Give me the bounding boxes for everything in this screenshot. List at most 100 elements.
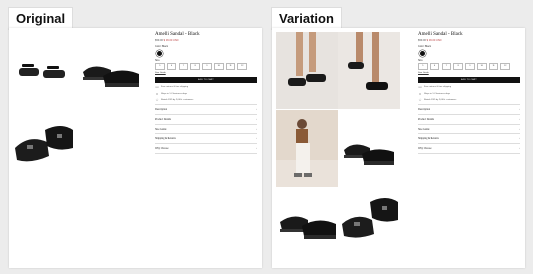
accordion-description[interactable]: Description › — [418, 104, 520, 114]
size-option[interactable]: 11 — [225, 63, 236, 70]
chevron-down-icon: › — [519, 117, 520, 121]
size-options: 5 6 7 8 9 10 11 12 — [155, 63, 257, 70]
perk-text: Rated 4.9/5 by 2,000+ customers — [161, 98, 194, 101]
star-icon: ☆ — [155, 97, 159, 102]
size-guide-link[interactable]: Size Guide — [155, 72, 257, 74]
color-swatch-black[interactable] — [156, 49, 163, 57]
chevron-down-icon: › — [256, 147, 257, 151]
chevron-down-icon: › — [519, 107, 520, 111]
product-image-3[interactable] — [276, 110, 338, 187]
accordion-why-choose[interactable]: Why Choose › — [418, 143, 520, 155]
perk-rating: ☆ Rated 4.9/5 by 2,000+ customers — [418, 98, 520, 102]
accordion-shipping-returns[interactable]: Shipping & Returns › — [418, 133, 520, 143]
sale-price: $ 39.00 USD — [163, 39, 179, 42]
accordion-label: Size Guide — [418, 127, 430, 131]
add-to-cart-button[interactable]: ADD TO CART — [155, 76, 257, 83]
perk-text: Ships in 1-2 business days — [424, 92, 451, 95]
accordion-label: Shipping & Returns — [155, 137, 176, 141]
product-image-4[interactable] — [338, 110, 400, 187]
chevron-down-icon: › — [256, 137, 257, 141]
product-image-1[interactable] — [9, 28, 77, 112]
chevron-down-icon: › — [519, 137, 520, 141]
size-option[interactable]: 5 — [418, 63, 428, 70]
accordion-shipping-returns[interactable]: Shipping & Returns › — [155, 133, 257, 143]
chevron-down-icon: › — [519, 147, 520, 151]
size-label: Size — [155, 58, 160, 62]
product-image-1[interactable] — [276, 32, 338, 109]
accordion-label: Product Details — [155, 117, 172, 121]
size-option[interactable]: 6 — [166, 63, 177, 70]
regular-price: $59.00 — [155, 39, 163, 42]
product-price: $59.00 $ 39.00 USD — [155, 39, 257, 42]
accordion-label: Shipping & Returns — [418, 137, 439, 141]
product-image-5[interactable] — [276, 188, 338, 265]
product-info: Amelli Sandal - Black $59.00 $ 39.00 USD… — [155, 32, 257, 155]
original-panel: Amelli Sandal - Black $59.00 $ 39.00 USD… — [9, 28, 262, 268]
perk-shipping: ▭ Free returns & free shipping — [155, 85, 257, 89]
accordion-label: Size Guide — [155, 127, 167, 131]
size-option[interactable]: 6 — [429, 63, 440, 70]
size-option[interactable]: 10 — [476, 63, 487, 70]
perk-dispatch: □ Ships in 1-2 business days — [155, 92, 257, 96]
size-guide-link[interactable]: Size Guide — [418, 72, 520, 74]
size-option[interactable]: 11 — [488, 63, 499, 70]
truck-icon: ▭ — [418, 85, 422, 90]
size-option[interactable]: 9 — [202, 63, 212, 70]
size-option[interactable]: 7 — [178, 63, 189, 70]
regular-price: $59.00 — [418, 39, 426, 42]
product-image-6[interactable] — [338, 188, 400, 265]
color-swatch-black[interactable] — [419, 49, 426, 57]
star-icon: ☆ — [418, 97, 422, 102]
perk-dispatch: □ Ships in 1-2 business days — [418, 92, 520, 96]
color-label: Color: Black — [155, 45, 168, 48]
perk-text: Ships in 1-2 business days — [161, 92, 188, 95]
product-image-3[interactable] — [9, 112, 77, 188]
accordion-label: Why Choose — [418, 147, 432, 151]
size-option[interactable]: 5 — [155, 63, 165, 70]
product-image-2[interactable] — [77, 28, 145, 112]
accordion: Description › Product Details › Size Guide… — [155, 104, 257, 155]
box-icon: □ — [155, 91, 159, 96]
variation-label: Variation — [271, 7, 342, 30]
chevron-down-icon: › — [256, 117, 257, 121]
perk-text: Free returns & free shipping — [424, 86, 452, 89]
product-title: Amelli Sandal - Black — [155, 32, 200, 37]
product-title: Amelli Sandal - Black — [418, 32, 463, 37]
product-image-2[interactable] — [338, 32, 400, 109]
size-option[interactable]: 8 — [190, 63, 200, 70]
accordion-label: Description — [155, 107, 168, 111]
size-option[interactable]: 8 — [453, 63, 463, 70]
chevron-down-icon: › — [256, 107, 257, 111]
perk-text: Free returns & free shipping — [161, 86, 189, 89]
original-label: Original — [8, 7, 74, 30]
box-icon: □ — [418, 91, 422, 96]
perk-rating: ☆ Rated 4.9/5 by 2,000+ customers — [155, 98, 257, 102]
accordion-product-details[interactable]: Product Details › — [418, 113, 520, 124]
accordion: Description › Product Details › Size Guide… — [418, 104, 520, 155]
chevron-down-icon: › — [256, 127, 257, 131]
size-option[interactable]: 9 — [465, 63, 475, 70]
size-option[interactable]: 7 — [441, 63, 452, 70]
variation-panel: Amelli Sandal - Black $59.00 $ 39.00 USD… — [272, 28, 525, 268]
product-info: Amelli Sandal - Black $59.00 $ 39.00 USD… — [418, 32, 520, 155]
accordion-product-details[interactable]: Product Details › — [155, 113, 257, 124]
color-label: Color: Black — [418, 45, 431, 48]
size-option[interactable]: 12 — [237, 63, 248, 70]
accordion-label: Description — [418, 107, 431, 111]
sale-price: $ 39.00 USD — [426, 39, 442, 42]
accordion-why-choose[interactable]: Why Choose › — [155, 143, 257, 155]
accordion-label: Why Choose — [155, 147, 169, 151]
size-option[interactable]: 12 — [500, 63, 511, 70]
product-price: $59.00 $ 39.00 USD — [418, 39, 520, 42]
size-label: Size — [418, 58, 423, 62]
accordion-size-guide[interactable]: Size Guide › — [155, 123, 257, 134]
add-to-cart-button[interactable]: ADD TO CART — [418, 76, 520, 83]
perk-text: Rated 4.9/5 by 2,000+ customers — [424, 98, 457, 101]
size-option[interactable]: 10 — [213, 63, 224, 70]
perk-shipping: ▭ Free returns & free shipping — [418, 85, 520, 89]
accordion-label: Product Details — [418, 117, 435, 121]
accordion-description[interactable]: Description › — [155, 104, 257, 114]
accordion-size-guide[interactable]: Size Guide › — [418, 123, 520, 134]
truck-icon: ▭ — [155, 85, 159, 90]
chevron-down-icon: › — [519, 127, 520, 131]
